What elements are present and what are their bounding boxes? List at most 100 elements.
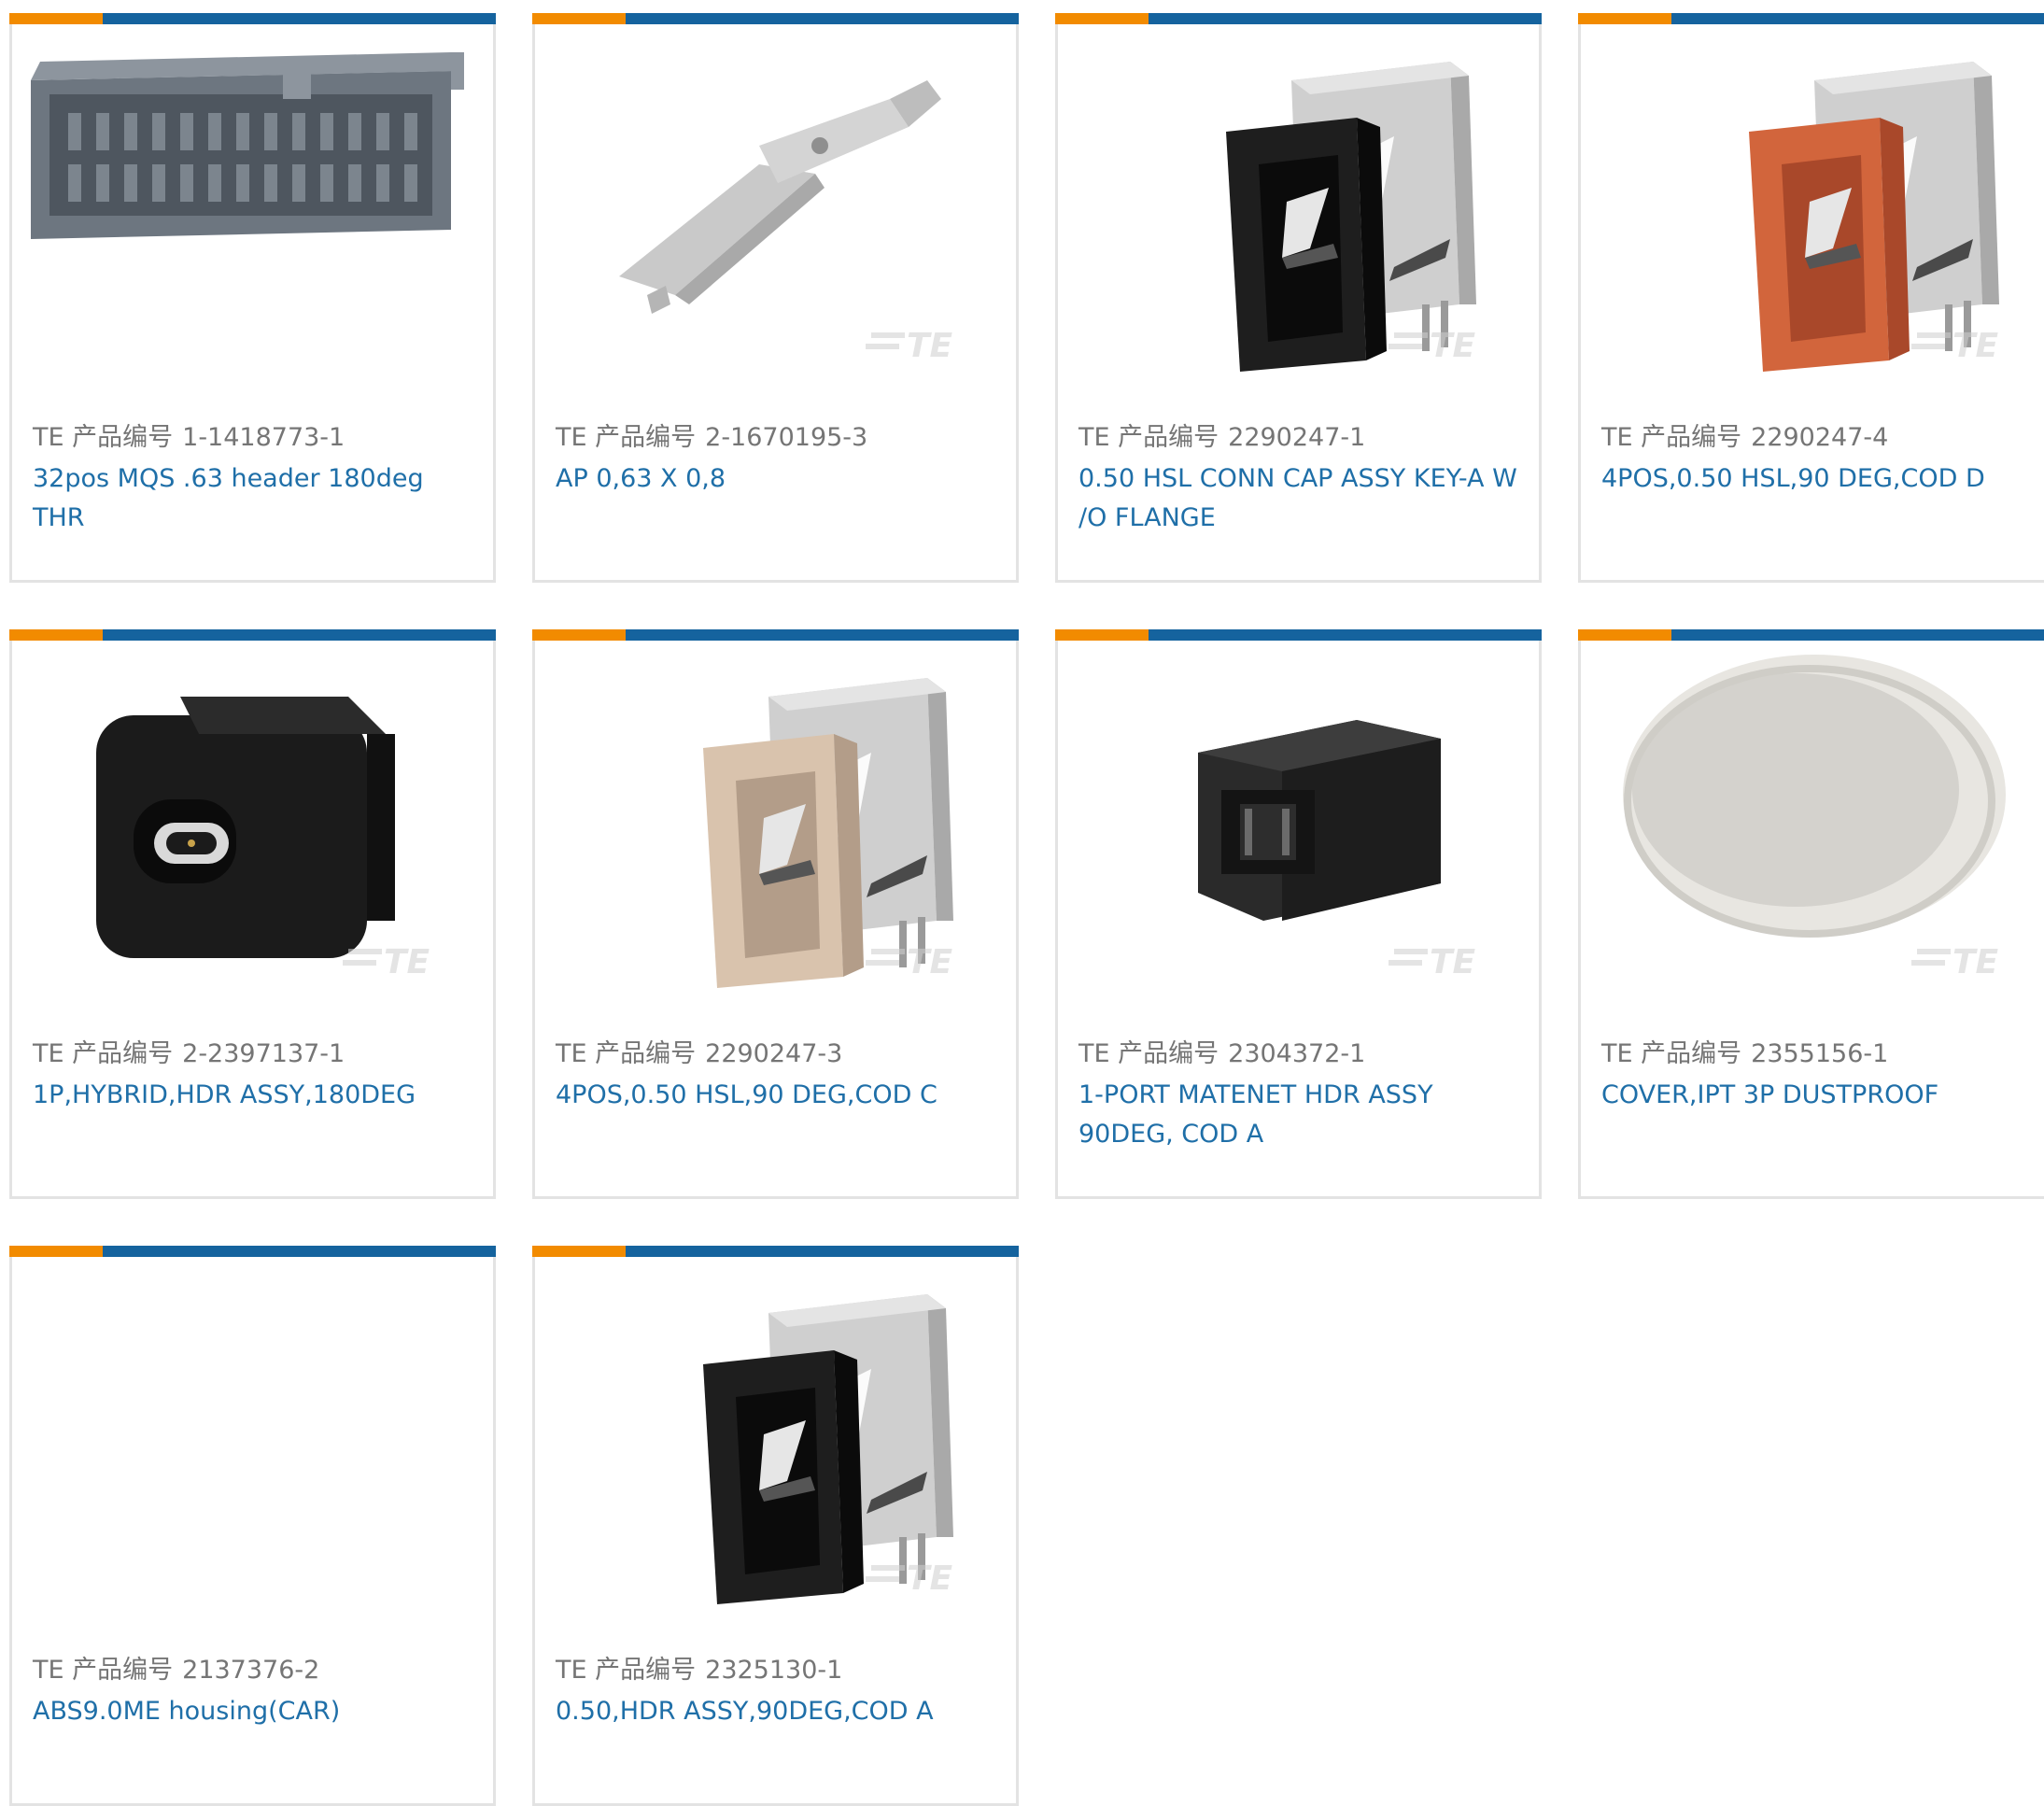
accent-blue-segment bbox=[1671, 629, 2044, 641]
part-number: TE 产品编号 1-1418773-1 bbox=[33, 416, 345, 453]
accent-orange-segment bbox=[9, 13, 103, 24]
product-description-link[interactable]: 1P,HYBRID,HDR ASSY,180DEG bbox=[33, 1076, 481, 1115]
part-number: TE 产品编号 2290247-4 bbox=[1601, 416, 1888, 453]
card-accent-bar bbox=[1578, 629, 2044, 641]
accent-orange-segment bbox=[532, 629, 626, 641]
accent-orange-segment bbox=[9, 1246, 103, 1257]
product-image-svg: TE bbox=[1058, 24, 1539, 387]
accent-blue-segment bbox=[626, 629, 1019, 641]
accent-orange-segment bbox=[9, 629, 103, 641]
product-description-link[interactable]: 4POS,0.50 HSL,90 DEG,COD D bbox=[1601, 459, 2044, 499]
part-number-label: TE 产品编号 bbox=[556, 423, 697, 452]
part-number-value: 2137376-2 bbox=[182, 1656, 320, 1685]
part-number-value: 2290247-1 bbox=[1228, 423, 1366, 452]
product-card[interactable]: TE TE 产品编号 2290247-3 4POS,0.50 HSL,90 DEG,… bbox=[532, 629, 1019, 1199]
te-watermark-text: TE bbox=[1952, 327, 1999, 365]
product-image[interactable]: TE bbox=[1581, 24, 2044, 387]
te-watermark-text: TE bbox=[384, 943, 430, 981]
card-accent-bar bbox=[1055, 629, 1542, 641]
product-description-link[interactable]: 0.50,HDR ASSY,90DEG,COD A bbox=[556, 1692, 1004, 1731]
card-accent-bar bbox=[532, 13, 1019, 24]
card-accent-bar bbox=[532, 629, 1019, 641]
product-image-svg: TE bbox=[1581, 24, 2044, 387]
card-accent-bar bbox=[532, 1246, 1019, 1257]
part-number-label: TE 产品编号 bbox=[33, 1039, 174, 1068]
accent-orange-segment bbox=[1055, 629, 1149, 641]
te-watermark-text: TE bbox=[907, 943, 953, 981]
te-watermark-text: TE bbox=[1952, 943, 1999, 981]
te-watermark-text: TE bbox=[907, 327, 953, 365]
product-description-link[interactable]: 4POS,0.50 HSL,90 DEG,COD C bbox=[556, 1076, 1004, 1115]
part-number-value: 1-1418773-1 bbox=[182, 423, 345, 452]
accent-blue-segment bbox=[1671, 13, 2044, 24]
part-number-label: TE 产品编号 bbox=[556, 1039, 697, 1068]
part-number-label: TE 产品编号 bbox=[33, 1656, 174, 1685]
part-number-value: 2290247-4 bbox=[1751, 423, 1889, 452]
part-number-label: TE 产品编号 bbox=[1078, 423, 1219, 452]
part-number-label: TE 产品编号 bbox=[556, 1656, 697, 1685]
part-number-label: TE 产品编号 bbox=[1078, 1039, 1219, 1068]
product-image[interactable] bbox=[12, 1257, 493, 1619]
accent-blue-segment bbox=[103, 13, 496, 24]
product-card[interactable]: TE TE 产品编号 2304372-1 1-PORT MATENET HDR AS… bbox=[1055, 629, 1542, 1199]
product-card[interactable]: TE TE 产品编号 2-2397137-1 1P,HYBRID,HDR ASSY,… bbox=[9, 629, 496, 1199]
product-image[interactable]: TE bbox=[535, 1257, 1016, 1619]
accent-blue-segment bbox=[626, 13, 1019, 24]
part-number-value: 2-2397137-1 bbox=[182, 1039, 345, 1068]
product-description-link[interactable]: 32pos MQS .63 header 180deg THR bbox=[33, 459, 481, 538]
product-card[interactable]: TE TE 产品编号 2290247-4 4POS,0.50 HSL,90 DEG,… bbox=[1578, 13, 2044, 583]
product-card[interactable]: TE TE 产品编号 2-1670195-3 AP 0,63 X 0,8 bbox=[532, 13, 1019, 583]
accent-orange-segment bbox=[532, 1246, 626, 1257]
accent-blue-segment bbox=[1149, 629, 1542, 641]
product-image[interactable]: TE bbox=[12, 641, 493, 1003]
accent-orange-segment bbox=[1578, 629, 1671, 641]
product-image[interactable]: TE bbox=[1581, 641, 2044, 1003]
product-image-svg bbox=[12, 1257, 493, 1619]
product-image-svg: TE bbox=[535, 1257, 1016, 1619]
card-accent-bar bbox=[9, 1246, 496, 1257]
product-image-svg: TE bbox=[1581, 641, 2044, 1003]
part-number: TE 产品编号 2325130-1 bbox=[556, 1649, 842, 1686]
te-watermark-text: TE bbox=[1430, 943, 1476, 981]
part-number-value: 2-1670195-3 bbox=[705, 423, 868, 452]
product-image[interactable]: TE bbox=[535, 24, 1016, 387]
product-image-svg: TE bbox=[535, 641, 1016, 1003]
part-number-label: TE 产品编号 bbox=[33, 423, 174, 452]
part-number: TE 产品编号 2290247-1 bbox=[1078, 416, 1365, 453]
part-number: TE 产品编号 2137376-2 bbox=[33, 1649, 319, 1686]
product-description-link[interactable]: AP 0,63 X 0,8 bbox=[556, 459, 1004, 499]
product-card[interactable]: TE TE 产品编号 2290247-1 0.50 HSL CONN CAP ASS… bbox=[1055, 13, 1542, 583]
part-number: TE 产品编号 2-2397137-1 bbox=[33, 1033, 345, 1069]
product-description-link[interactable]: 1-PORT MATENET HDR ASSY 90DEG, COD A bbox=[1078, 1076, 1527, 1154]
accent-orange-segment bbox=[1578, 13, 1671, 24]
product-image-svg: TE bbox=[535, 24, 1016, 387]
product-card[interactable]: TE 产品编号 1-1418773-1 32pos MQS .63 header 1… bbox=[9, 13, 496, 583]
product-card[interactable]: TE TE 产品编号 2355156-1 COVER,IPT 3P DUSTPROO… bbox=[1578, 629, 2044, 1199]
product-card[interactable]: TE TE 产品编号 2325130-1 0.50,HDR ASSY,90DEG,C… bbox=[532, 1246, 1019, 1806]
part-number: TE 产品编号 2290247-3 bbox=[556, 1033, 842, 1069]
accent-orange-segment bbox=[1055, 13, 1149, 24]
product-description-link[interactable]: ABS9.0ME housing(CAR) bbox=[33, 1692, 481, 1731]
accent-blue-segment bbox=[626, 1246, 1019, 1257]
part-number: TE 产品编号 2355156-1 bbox=[1601, 1033, 1888, 1069]
part-number-label: TE 产品编号 bbox=[1601, 423, 1742, 452]
product-image[interactable]: TE bbox=[1058, 641, 1539, 1003]
te-watermark-text: TE bbox=[1430, 327, 1476, 365]
card-accent-bar bbox=[9, 629, 496, 641]
product-image-svg bbox=[12, 24, 493, 387]
card-accent-bar bbox=[1055, 13, 1542, 24]
product-description-link[interactable]: COVER,IPT 3P DUSTPROOF bbox=[1601, 1076, 2044, 1115]
part-number: TE 产品编号 2-1670195-3 bbox=[556, 416, 867, 453]
product-image-svg: TE bbox=[12, 641, 493, 1003]
product-image[interactable]: TE bbox=[535, 641, 1016, 1003]
product-card[interactable]: TE 产品编号 2137376-2 ABS9.0ME housing(CAR) bbox=[9, 1246, 496, 1806]
accent-blue-segment bbox=[1149, 13, 1542, 24]
product-image[interactable] bbox=[12, 24, 493, 387]
part-number: TE 产品编号 2304372-1 bbox=[1078, 1033, 1365, 1069]
card-accent-bar bbox=[9, 13, 496, 24]
product-description-link[interactable]: 0.50 HSL CONN CAP ASSY KEY-A W /O FLANGE bbox=[1078, 459, 1527, 538]
accent-orange-segment bbox=[532, 13, 626, 24]
product-image[interactable]: TE bbox=[1058, 24, 1539, 387]
te-watermark-text: TE bbox=[907, 1559, 953, 1598]
card-accent-bar bbox=[1578, 13, 2044, 24]
